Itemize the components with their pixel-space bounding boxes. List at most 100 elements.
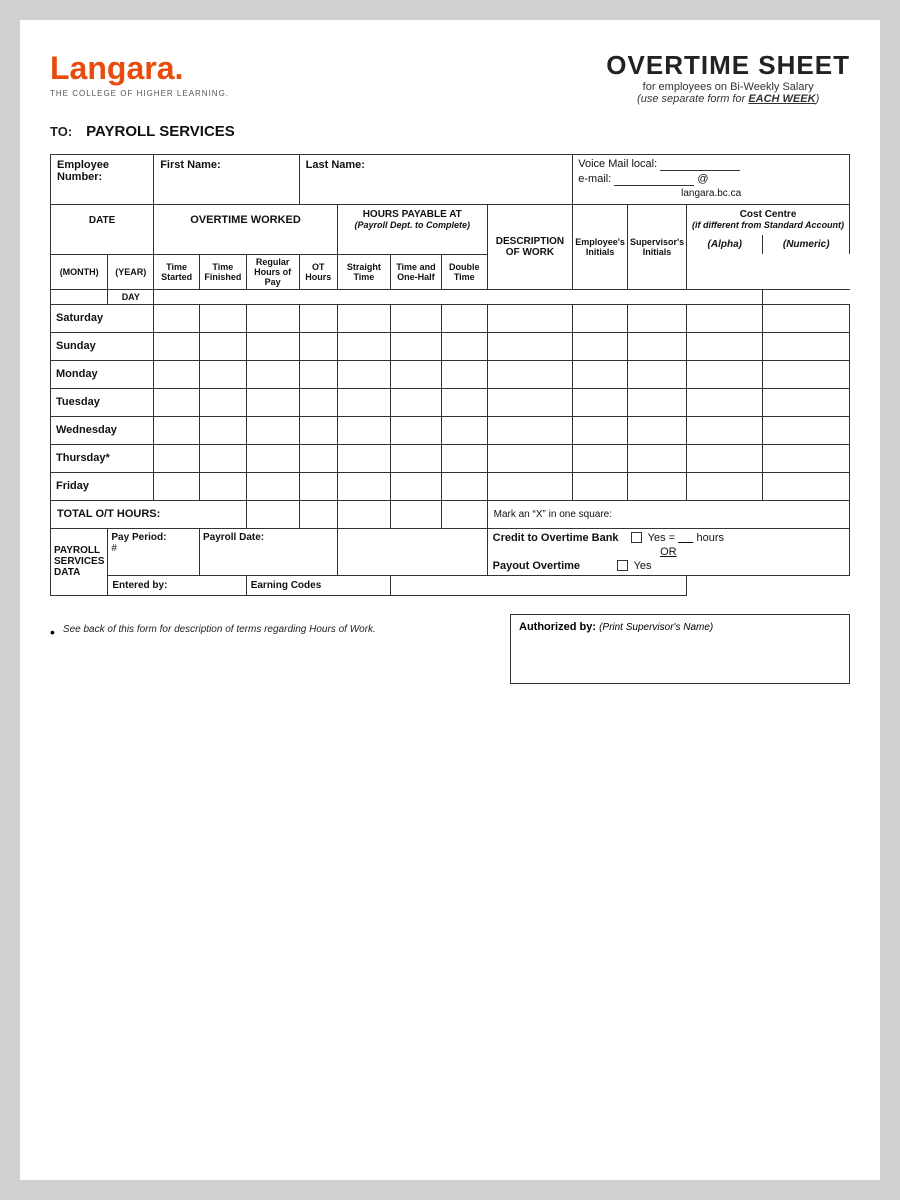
sun-time-half[interactable] — [390, 332, 441, 360]
thu-alpha[interactable] — [687, 444, 763, 472]
sun-time-finished[interactable] — [199, 332, 246, 360]
mon-ot-hours[interactable] — [299, 360, 337, 388]
supervisor-initials-header: Supervisor's Initials — [627, 205, 686, 290]
wed-time-finished[interactable] — [199, 416, 246, 444]
thu-ot-hours[interactable] — [299, 444, 337, 472]
thu-numeric[interactable] — [763, 444, 850, 472]
tue-time-started[interactable] — [154, 388, 200, 416]
wed-ot-hours[interactable] — [299, 416, 337, 444]
tue-ot-hours[interactable] — [299, 388, 337, 416]
sun-alpha[interactable] — [687, 332, 763, 360]
sun-emp-initials[interactable] — [573, 332, 628, 360]
fri-regular-hours[interactable] — [246, 472, 299, 500]
mon-regular-hours[interactable] — [246, 360, 299, 388]
wed-time-half[interactable] — [390, 416, 441, 444]
tue-numeric[interactable] — [763, 388, 850, 416]
total-ot — [299, 500, 337, 528]
fri-emp-initials[interactable] — [573, 472, 628, 500]
tue-alpha[interactable] — [687, 388, 763, 416]
wed-time-started[interactable] — [154, 416, 200, 444]
double-time-subheader: Double Time — [441, 254, 487, 289]
fri-description[interactable] — [487, 472, 573, 500]
sat-time-half[interactable] — [390, 304, 441, 332]
sun-double[interactable] — [441, 332, 487, 360]
sat-ot-hours[interactable] — [299, 304, 337, 332]
thu-time-finished[interactable] — [199, 444, 246, 472]
saturday-row: Saturday — [51, 304, 850, 332]
thu-description[interactable] — [487, 444, 573, 472]
fri-time-started[interactable] — [154, 472, 200, 500]
total-label: TOTAL O/T HOURS: — [51, 500, 247, 528]
sat-regular-hours[interactable] — [246, 304, 299, 332]
fri-sup-initials[interactable] — [627, 472, 686, 500]
mon-numeric[interactable] — [763, 360, 850, 388]
sat-emp-initials[interactable] — [573, 304, 628, 332]
tue-description[interactable] — [487, 388, 573, 416]
fri-alpha[interactable] — [687, 472, 763, 500]
thu-sup-initials[interactable] — [627, 444, 686, 472]
time-half-subheader: Time and One-Half — [390, 254, 441, 289]
payout-checkbox[interactable] — [617, 560, 628, 571]
mon-sup-initials[interactable] — [627, 360, 686, 388]
subheader-row: (MONTH) (YEAR) Time Started Time Finishe… — [51, 254, 850, 289]
thu-regular-hours[interactable] — [246, 444, 299, 472]
mon-alpha[interactable] — [687, 360, 763, 388]
mon-time-finished[interactable] — [199, 360, 246, 388]
mon-straight[interactable] — [337, 360, 390, 388]
sat-sup-initials[interactable] — [627, 304, 686, 332]
mon-time-started[interactable] — [154, 360, 200, 388]
thu-time-started[interactable] — [154, 444, 200, 472]
subtitle2: (use separate form for EACH WEEK) — [606, 93, 850, 105]
sat-time-finished[interactable] — [199, 304, 246, 332]
mon-time-half[interactable] — [390, 360, 441, 388]
tue-straight[interactable] — [337, 388, 390, 416]
sun-numeric[interactable] — [763, 332, 850, 360]
tue-regular-hours[interactable] — [246, 388, 299, 416]
wed-description[interactable] — [487, 416, 573, 444]
tue-time-half[interactable] — [390, 388, 441, 416]
tue-emp-initials[interactable] — [573, 388, 628, 416]
fri-numeric[interactable] — [763, 472, 850, 500]
mon-emp-initials[interactable] — [573, 360, 628, 388]
earning-codes-data — [390, 575, 686, 595]
total-row: TOTAL O/T HOURS: Mark an “X” in one squa… — [51, 500, 850, 528]
col-header-row-1: DATE OVERTIME WORKED HOURS PAYABLE AT (P… — [51, 205, 850, 236]
sat-double[interactable] — [441, 304, 487, 332]
wed-sup-initials[interactable] — [627, 416, 686, 444]
sun-straight[interactable] — [337, 332, 390, 360]
sat-straight[interactable] — [337, 304, 390, 332]
thu-double[interactable] — [441, 444, 487, 472]
mon-description[interactable] — [487, 360, 573, 388]
fri-ot-hours[interactable] — [299, 472, 337, 500]
sat-numeric[interactable] — [763, 304, 850, 332]
credit-checkbox[interactable] — [631, 532, 642, 543]
tue-double[interactable] — [441, 388, 487, 416]
fri-time-finished[interactable] — [199, 472, 246, 500]
thu-emp-initials[interactable] — [573, 444, 628, 472]
sat-time-started[interactable] — [154, 304, 200, 332]
fri-straight[interactable] — [337, 472, 390, 500]
fri-time-half[interactable] — [390, 472, 441, 500]
sun-ot-hours[interactable] — [299, 332, 337, 360]
wed-double[interactable] — [441, 416, 487, 444]
day-subheader: DAY — [108, 289, 154, 304]
sat-description[interactable] — [487, 304, 573, 332]
thu-time-half[interactable] — [390, 444, 441, 472]
mon-double[interactable] — [441, 360, 487, 388]
wed-emp-initials[interactable] — [573, 416, 628, 444]
tue-time-finished[interactable] — [199, 388, 246, 416]
wed-regular-hours[interactable] — [246, 416, 299, 444]
sun-description[interactable] — [487, 332, 573, 360]
first-name-label: First Name: — [160, 159, 292, 171]
tue-sup-initials[interactable] — [627, 388, 686, 416]
sat-alpha[interactable] — [687, 304, 763, 332]
wed-numeric[interactable] — [763, 416, 850, 444]
sun-regular-hours[interactable] — [246, 332, 299, 360]
wed-alpha[interactable] — [687, 416, 763, 444]
sun-time-started[interactable] — [154, 332, 200, 360]
footer-note-area: • See back of this form for description … — [50, 614, 510, 640]
fri-double[interactable] — [441, 472, 487, 500]
sun-sup-initials[interactable] — [627, 332, 686, 360]
wed-straight[interactable] — [337, 416, 390, 444]
thu-straight[interactable] — [337, 444, 390, 472]
